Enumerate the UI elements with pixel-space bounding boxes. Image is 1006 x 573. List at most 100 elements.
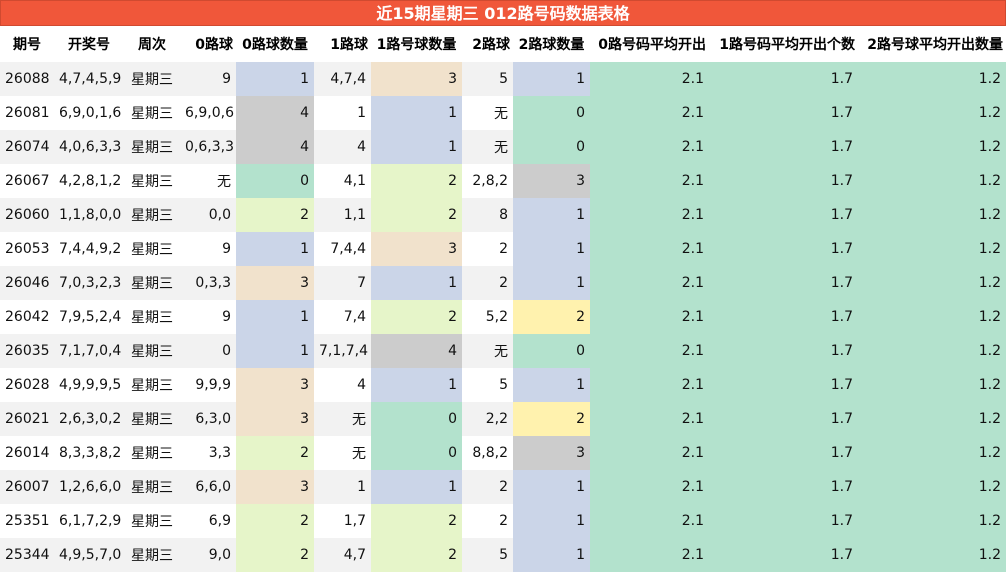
cell-route2: 无 bbox=[462, 130, 513, 164]
cell-avg0: 2.1 bbox=[590, 62, 709, 96]
cell-route2-count: 1 bbox=[513, 538, 590, 572]
data-table: 期号 开奖号 周次 0路球 0路球数量 1路球 1路号球数量 2路球 2路球数量… bbox=[0, 26, 1006, 572]
cell-draw: 4,9,9,9,5 bbox=[54, 368, 124, 402]
cell-route2: 5 bbox=[462, 368, 513, 402]
table-row: 26035 7,1,7,0,4 星期三 0 1 7,1,7,4 4 无 0 2.1 1.7 1.2 bbox=[0, 334, 1006, 368]
cell-issue: 26060 bbox=[0, 198, 54, 232]
cell-route2-count: 3 bbox=[513, 436, 590, 470]
cell-weekday: 星期三 bbox=[124, 504, 180, 538]
cell-route2-count: 1 bbox=[513, 266, 590, 300]
cell-avg0: 2.1 bbox=[590, 538, 709, 572]
table-row: 26081 6,9,0,1,6 星期三 6,9,0,6 4 1 1 无 0 2.1 1.7 1.2 bbox=[0, 96, 1006, 130]
cell-avg1: 1.7 bbox=[709, 436, 858, 470]
cell-weekday: 星期三 bbox=[124, 538, 180, 572]
cell-route0: 6,9 bbox=[180, 504, 236, 538]
cell-avg1: 1.7 bbox=[709, 334, 858, 368]
cell-route2-count: 0 bbox=[513, 96, 590, 130]
cell-weekday: 星期三 bbox=[124, 334, 180, 368]
cell-avg2: 1.2 bbox=[858, 232, 1006, 266]
table-row: 25351 6,1,7,2,9 星期三 6,9 2 1,7 2 2 1 2.1 1.7 1.2 bbox=[0, 504, 1006, 538]
cell-route2: 5 bbox=[462, 62, 513, 96]
table-row: 26014 8,3,3,8,2 星期三 3,3 2 无 0 8,8,2 3 2.1 1.7 1.2 bbox=[0, 436, 1006, 470]
cell-avg2: 1.2 bbox=[858, 198, 1006, 232]
cell-issue: 26042 bbox=[0, 300, 54, 334]
col-header-route2: 2路球 bbox=[462, 26, 513, 62]
cell-route0: 6,3,0 bbox=[180, 402, 236, 436]
cell-route1: 4 bbox=[314, 130, 371, 164]
cell-route2: 8,8,2 bbox=[462, 436, 513, 470]
cell-route1: 4,7,4 bbox=[314, 62, 371, 96]
col-header-route2-count: 2路球数量 bbox=[513, 26, 590, 62]
cell-avg0: 2.1 bbox=[590, 266, 709, 300]
cell-avg1: 1.7 bbox=[709, 164, 858, 198]
cell-route0-count: 2 bbox=[236, 436, 314, 470]
cell-route1-count: 1 bbox=[371, 96, 462, 130]
cell-issue: 26007 bbox=[0, 470, 54, 504]
cell-draw: 7,9,5,2,4 bbox=[54, 300, 124, 334]
cell-route1-count: 0 bbox=[371, 402, 462, 436]
cell-route0-count: 4 bbox=[236, 130, 314, 164]
cell-avg2: 1.2 bbox=[858, 266, 1006, 300]
cell-route1-count: 3 bbox=[371, 62, 462, 96]
cell-route1-count: 2 bbox=[371, 164, 462, 198]
cell-issue: 26014 bbox=[0, 436, 54, 470]
table-title: 近15期星期三 012路号码数据表格 bbox=[0, 0, 1006, 26]
cell-weekday: 星期三 bbox=[124, 96, 180, 130]
cell-weekday: 星期三 bbox=[124, 232, 180, 266]
cell-draw: 7,4,4,9,2 bbox=[54, 232, 124, 266]
cell-avg0: 2.1 bbox=[590, 96, 709, 130]
cell-route0: 0,0 bbox=[180, 198, 236, 232]
cell-route1: 4,7 bbox=[314, 538, 371, 572]
cell-route1: 7,1,7,4 bbox=[314, 334, 371, 368]
cell-issue: 26053 bbox=[0, 232, 54, 266]
cell-avg2: 1.2 bbox=[858, 164, 1006, 198]
cell-avg2: 1.2 bbox=[858, 470, 1006, 504]
cell-draw: 4,0,6,3,3 bbox=[54, 130, 124, 164]
cell-draw: 2,6,3,0,2 bbox=[54, 402, 124, 436]
cell-weekday: 星期三 bbox=[124, 368, 180, 402]
cell-route2-count: 1 bbox=[513, 368, 590, 402]
cell-avg2: 1.2 bbox=[858, 538, 1006, 572]
cell-route0-count: 2 bbox=[236, 198, 314, 232]
cell-avg1: 1.7 bbox=[709, 198, 858, 232]
cell-route1: 1,7 bbox=[314, 504, 371, 538]
cell-route2: 2,8,2 bbox=[462, 164, 513, 198]
cell-avg2: 1.2 bbox=[858, 402, 1006, 436]
cell-route1-count: 3 bbox=[371, 232, 462, 266]
cell-avg1: 1.7 bbox=[709, 300, 858, 334]
cell-route2: 无 bbox=[462, 96, 513, 130]
cell-route1-count: 2 bbox=[371, 504, 462, 538]
cell-route0: 9,9,9 bbox=[180, 368, 236, 402]
cell-issue: 26074 bbox=[0, 130, 54, 164]
cell-route0: 6,9,0,6 bbox=[180, 96, 236, 130]
cell-route1: 4,1 bbox=[314, 164, 371, 198]
cell-draw: 6,1,7,2,9 bbox=[54, 504, 124, 538]
cell-route0-count: 3 bbox=[236, 470, 314, 504]
cell-avg0: 2.1 bbox=[590, 504, 709, 538]
col-header-route1: 1路球 bbox=[314, 26, 371, 62]
cell-avg1: 1.7 bbox=[709, 504, 858, 538]
cell-route1: 4 bbox=[314, 368, 371, 402]
cell-route1: 7 bbox=[314, 266, 371, 300]
cell-route0-count: 3 bbox=[236, 402, 314, 436]
cell-route2-count: 2 bbox=[513, 402, 590, 436]
cell-avg0: 2.1 bbox=[590, 470, 709, 504]
cell-draw: 1,2,6,6,0 bbox=[54, 470, 124, 504]
cell-weekday: 星期三 bbox=[124, 164, 180, 198]
cell-avg1: 1.7 bbox=[709, 62, 858, 96]
cell-route0: 0 bbox=[180, 334, 236, 368]
cell-route0-count: 0 bbox=[236, 164, 314, 198]
table-row: 26060 1,1,8,0,0 星期三 0,0 2 1,1 2 8 1 2.1 1.7 1.2 bbox=[0, 198, 1006, 232]
cell-route1: 无 bbox=[314, 436, 371, 470]
cell-route0-count: 1 bbox=[236, 62, 314, 96]
cell-route1: 1 bbox=[314, 470, 371, 504]
cell-issue: 25344 bbox=[0, 538, 54, 572]
col-header-avg1: 1路号码平均开出个数 bbox=[709, 26, 858, 62]
cell-draw: 1,1,8,0,0 bbox=[54, 198, 124, 232]
cell-issue: 26021 bbox=[0, 402, 54, 436]
cell-avg0: 2.1 bbox=[590, 368, 709, 402]
cell-avg0: 2.1 bbox=[590, 198, 709, 232]
cell-avg1: 1.7 bbox=[709, 96, 858, 130]
cell-issue: 26088 bbox=[0, 62, 54, 96]
table-container: 近15期星期三 012路号码数据表格 期号 开奖号 周次 0路球 0路球数量 1… bbox=[0, 0, 1006, 573]
